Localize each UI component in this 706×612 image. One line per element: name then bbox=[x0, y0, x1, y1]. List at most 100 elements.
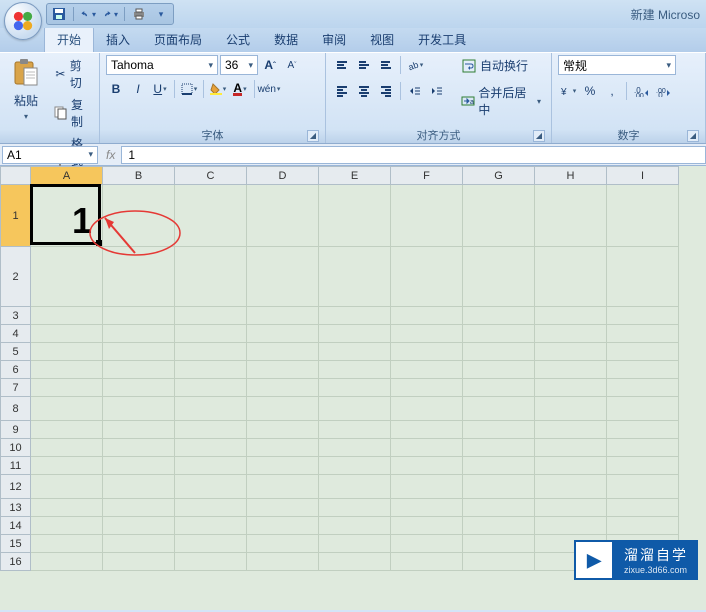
cell-G12[interactable] bbox=[463, 475, 535, 499]
cell-I10[interactable] bbox=[607, 439, 679, 457]
cell-H13[interactable] bbox=[535, 499, 607, 517]
cell-G1[interactable] bbox=[463, 185, 535, 247]
align-bottom-button[interactable] bbox=[376, 55, 396, 75]
cell-I1[interactable] bbox=[607, 185, 679, 247]
align-left-button[interactable] bbox=[332, 81, 352, 101]
cell-B11[interactable] bbox=[103, 457, 175, 475]
cell-F11[interactable] bbox=[391, 457, 463, 475]
cell-H4[interactable] bbox=[535, 325, 607, 343]
cell-H5[interactable] bbox=[535, 343, 607, 361]
col-header-I[interactable]: I bbox=[607, 167, 679, 185]
row-header-11[interactable]: 11 bbox=[1, 457, 31, 475]
orientation-button[interactable]: ab bbox=[405, 55, 425, 75]
cell-F13[interactable] bbox=[391, 499, 463, 517]
cell-I2[interactable] bbox=[607, 247, 679, 307]
cell-D13[interactable] bbox=[247, 499, 319, 517]
cell-G5[interactable] bbox=[463, 343, 535, 361]
cell-F2[interactable] bbox=[391, 247, 463, 307]
cell-C15[interactable] bbox=[175, 535, 247, 553]
cell-H6[interactable] bbox=[535, 361, 607, 379]
tab-data[interactable]: 数据 bbox=[262, 27, 310, 52]
cell-B16[interactable] bbox=[103, 553, 175, 571]
cell-G3[interactable] bbox=[463, 307, 535, 325]
copy-button[interactable]: 复制 bbox=[50, 94, 93, 132]
cell-H11[interactable] bbox=[535, 457, 607, 475]
cell-A12[interactable] bbox=[31, 475, 103, 499]
cell-F1[interactable] bbox=[391, 185, 463, 247]
grow-font-button[interactable]: Aˆ bbox=[260, 55, 280, 75]
row-header-4[interactable]: 4 bbox=[1, 325, 31, 343]
cell-I5[interactable] bbox=[607, 343, 679, 361]
cell-B6[interactable] bbox=[103, 361, 175, 379]
cell-E1[interactable] bbox=[319, 185, 391, 247]
cell-D10[interactable] bbox=[247, 439, 319, 457]
cell-G14[interactable] bbox=[463, 517, 535, 535]
cell-H9[interactable] bbox=[535, 421, 607, 439]
cell-C1[interactable] bbox=[175, 185, 247, 247]
cell-E11[interactable] bbox=[319, 457, 391, 475]
cell-D3[interactable] bbox=[247, 307, 319, 325]
cell-A8[interactable] bbox=[31, 397, 103, 421]
accounting-format-button[interactable]: ¥ bbox=[558, 81, 578, 101]
cell-E8[interactable] bbox=[319, 397, 391, 421]
cell-B5[interactable] bbox=[103, 343, 175, 361]
cell-D1[interactable] bbox=[247, 185, 319, 247]
cell-I7[interactable] bbox=[607, 379, 679, 397]
cell-I13[interactable] bbox=[607, 499, 679, 517]
cell-E3[interactable] bbox=[319, 307, 391, 325]
row-header-2[interactable]: 2 bbox=[1, 247, 31, 307]
cell-B10[interactable] bbox=[103, 439, 175, 457]
align-middle-button[interactable] bbox=[354, 55, 374, 75]
cell-H14[interactable] bbox=[535, 517, 607, 535]
cell-C7[interactable] bbox=[175, 379, 247, 397]
cell-I8[interactable] bbox=[607, 397, 679, 421]
cell-E2[interactable] bbox=[319, 247, 391, 307]
cell-A14[interactable] bbox=[31, 517, 103, 535]
shrink-font-button[interactable]: Aˇ bbox=[282, 55, 302, 75]
cell-D6[interactable] bbox=[247, 361, 319, 379]
redo-button[interactable] bbox=[102, 6, 118, 22]
spreadsheet-grid[interactable]: ABCDEFGHI12345678910111213141516 1 ▶ 溜溜自… bbox=[0, 166, 706, 610]
cell-B1[interactable] bbox=[103, 185, 175, 247]
tab-home[interactable]: 开始 bbox=[44, 26, 94, 52]
border-button[interactable] bbox=[179, 79, 199, 99]
cell-B13[interactable] bbox=[103, 499, 175, 517]
cell-F6[interactable] bbox=[391, 361, 463, 379]
cell-B15[interactable] bbox=[103, 535, 175, 553]
tab-insert[interactable]: 插入 bbox=[94, 27, 142, 52]
col-header-G[interactable]: G bbox=[463, 167, 535, 185]
cell-A5[interactable] bbox=[31, 343, 103, 361]
cell-B12[interactable] bbox=[103, 475, 175, 499]
phonetic-button[interactable]: wén bbox=[259, 79, 279, 99]
row-header-6[interactable]: 6 bbox=[1, 361, 31, 379]
row-header-9[interactable]: 9 bbox=[1, 421, 31, 439]
row-header-10[interactable]: 10 bbox=[1, 439, 31, 457]
number-launcher[interactable]: ◢ bbox=[687, 130, 699, 142]
cell-D7[interactable] bbox=[247, 379, 319, 397]
increase-decimal-button[interactable]: .0.00 bbox=[631, 81, 651, 101]
cell-I11[interactable] bbox=[607, 457, 679, 475]
cell-A15[interactable] bbox=[31, 535, 103, 553]
cell-D4[interactable] bbox=[247, 325, 319, 343]
cell-A6[interactable] bbox=[31, 361, 103, 379]
cell-D14[interactable] bbox=[247, 517, 319, 535]
tab-review[interactable]: 审阅 bbox=[310, 27, 358, 52]
cell-F12[interactable] bbox=[391, 475, 463, 499]
cell-B4[interactable] bbox=[103, 325, 175, 343]
cell-E14[interactable] bbox=[319, 517, 391, 535]
font-launcher[interactable]: ◢ bbox=[307, 130, 319, 142]
cell-E5[interactable] bbox=[319, 343, 391, 361]
fill-color-button[interactable] bbox=[208, 79, 228, 99]
name-box[interactable]: A1▾ bbox=[2, 146, 98, 164]
col-header-H[interactable]: H bbox=[535, 167, 607, 185]
align-right-button[interactable] bbox=[376, 81, 396, 101]
cell-F15[interactable] bbox=[391, 535, 463, 553]
cell-C4[interactable] bbox=[175, 325, 247, 343]
font-color-button[interactable]: A bbox=[230, 79, 250, 99]
cell-G13[interactable] bbox=[463, 499, 535, 517]
cell-C8[interactable] bbox=[175, 397, 247, 421]
paste-button[interactable]: 粘贴 ▾ bbox=[6, 55, 46, 123]
cell-G16[interactable] bbox=[463, 553, 535, 571]
merge-center-button[interactable]: a合并后居中▾ bbox=[457, 82, 545, 120]
cell-C16[interactable] bbox=[175, 553, 247, 571]
